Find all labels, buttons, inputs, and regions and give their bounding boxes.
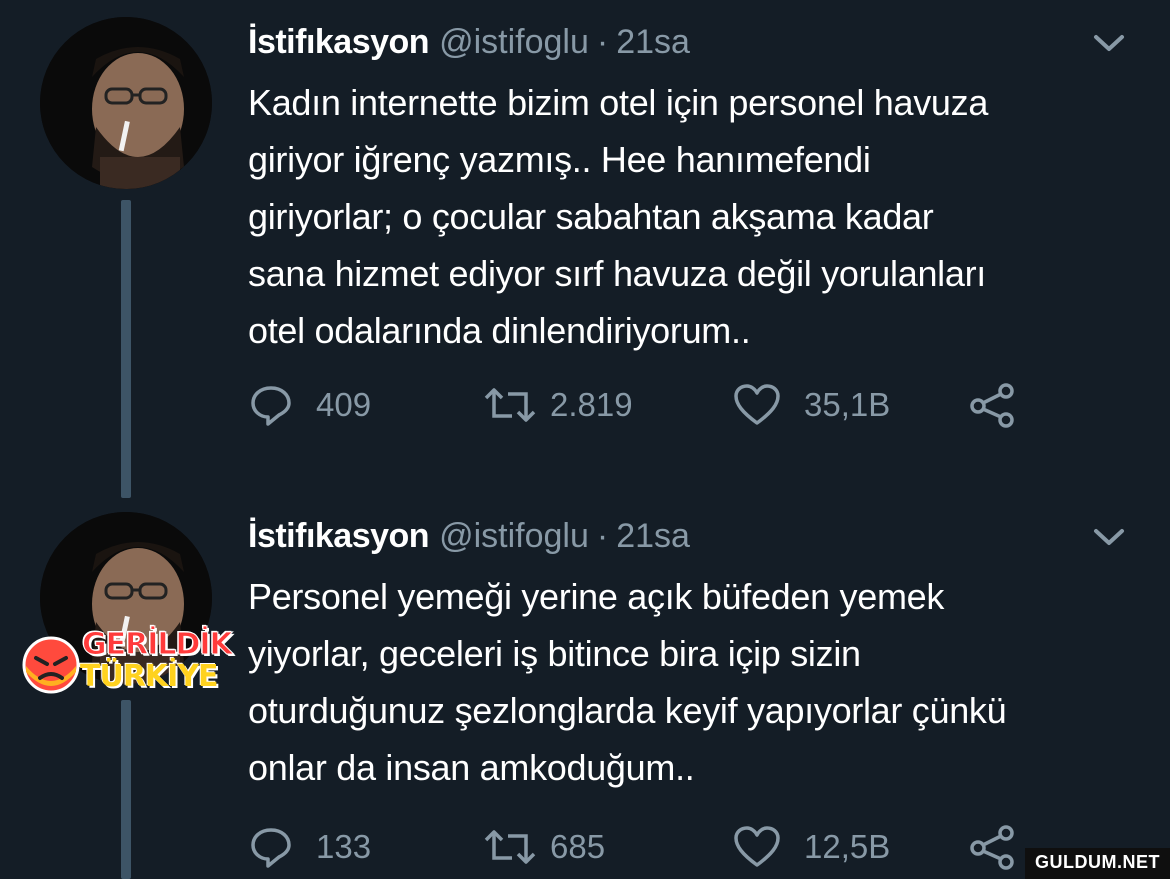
- reply-button[interactable]: 133: [248, 822, 371, 872]
- timestamp[interactable]: 21sa: [616, 516, 690, 556]
- tweet-text: Personel yemeği yerine açık büfeden yeme…: [248, 576, 1007, 788]
- logo-text-line-1: GERİLDİK: [82, 627, 234, 662]
- timestamp[interactable]: 21sa: [616, 22, 690, 62]
- share-button[interactable]: [968, 822, 1018, 872]
- reply-count: 409: [316, 386, 372, 423]
- share-icon: [970, 383, 1014, 428]
- like-button[interactable]: 35,1B: [732, 380, 890, 430]
- tweet-header: İstifıkasyon @istifoglu · 21sa: [248, 22, 1140, 62]
- heart-icon: [734, 384, 780, 425]
- user-handle[interactable]: @istifoglu: [439, 516, 589, 556]
- heart-icon: [734, 826, 780, 867]
- reply-icon: [251, 828, 291, 868]
- reply-icon: [251, 386, 291, 426]
- user-handle[interactable]: @istifoglu: [439, 22, 589, 62]
- retweet-count: 685: [550, 828, 606, 865]
- share-icon: [970, 825, 1014, 870]
- reply-button[interactable]: 409: [248, 380, 371, 430]
- thread-line: [121, 700, 131, 879]
- tweet-actions: 133 685 12,5B: [248, 822, 1048, 872]
- share-button[interactable]: [968, 380, 1018, 430]
- thread-line: [121, 200, 131, 498]
- tweet[interactable]: İstifıkasyon @istifoglu · 21sa Kadın int…: [248, 22, 1140, 359]
- chevron-down-icon[interactable]: [1092, 524, 1126, 550]
- retweet-button[interactable]: 685: [482, 822, 605, 872]
- display-name[interactable]: İstifıkasyon: [248, 516, 430, 556]
- avatar[interactable]: [40, 17, 212, 189]
- tweet-actions: 409 2.819 35,1B: [248, 380, 1048, 430]
- reply-count: 133: [316, 828, 372, 865]
- retweet-icon: [484, 830, 536, 864]
- retweet-count: 2.819: [550, 386, 633, 423]
- logo-text-line-2: TÜRKİYE: [80, 659, 219, 694]
- tweet-header: İstifıkasyon @istifoglu · 21sa: [248, 516, 1140, 556]
- like-count: 35,1B: [804, 386, 891, 423]
- separator: ·: [596, 23, 609, 61]
- like-count: 12,5B: [804, 828, 891, 865]
- display-name[interactable]: İstifıkasyon: [248, 22, 430, 62]
- chevron-down-icon[interactable]: [1092, 30, 1126, 56]
- watermark: GULDUM.NET: [1025, 848, 1170, 879]
- tweet-thread-screen: İstifıkasyon @istifoglu · 21sa Kadın int…: [0, 0, 1170, 879]
- gerildik-turkiye-logo: GERİLDİK TÜRKİYE: [22, 628, 233, 698]
- separator: ·: [596, 517, 609, 555]
- retweet-button[interactable]: 2.819: [482, 380, 633, 430]
- tweet[interactable]: İstifıkasyon @istifoglu · 21sa Personel …: [248, 516, 1140, 796]
- like-button[interactable]: 12,5B: [732, 822, 890, 872]
- tweet-text: Kadın internette bizim otel için persone…: [248, 82, 989, 351]
- retweet-icon: [484, 388, 536, 422]
- angry-face-icon: [22, 636, 80, 694]
